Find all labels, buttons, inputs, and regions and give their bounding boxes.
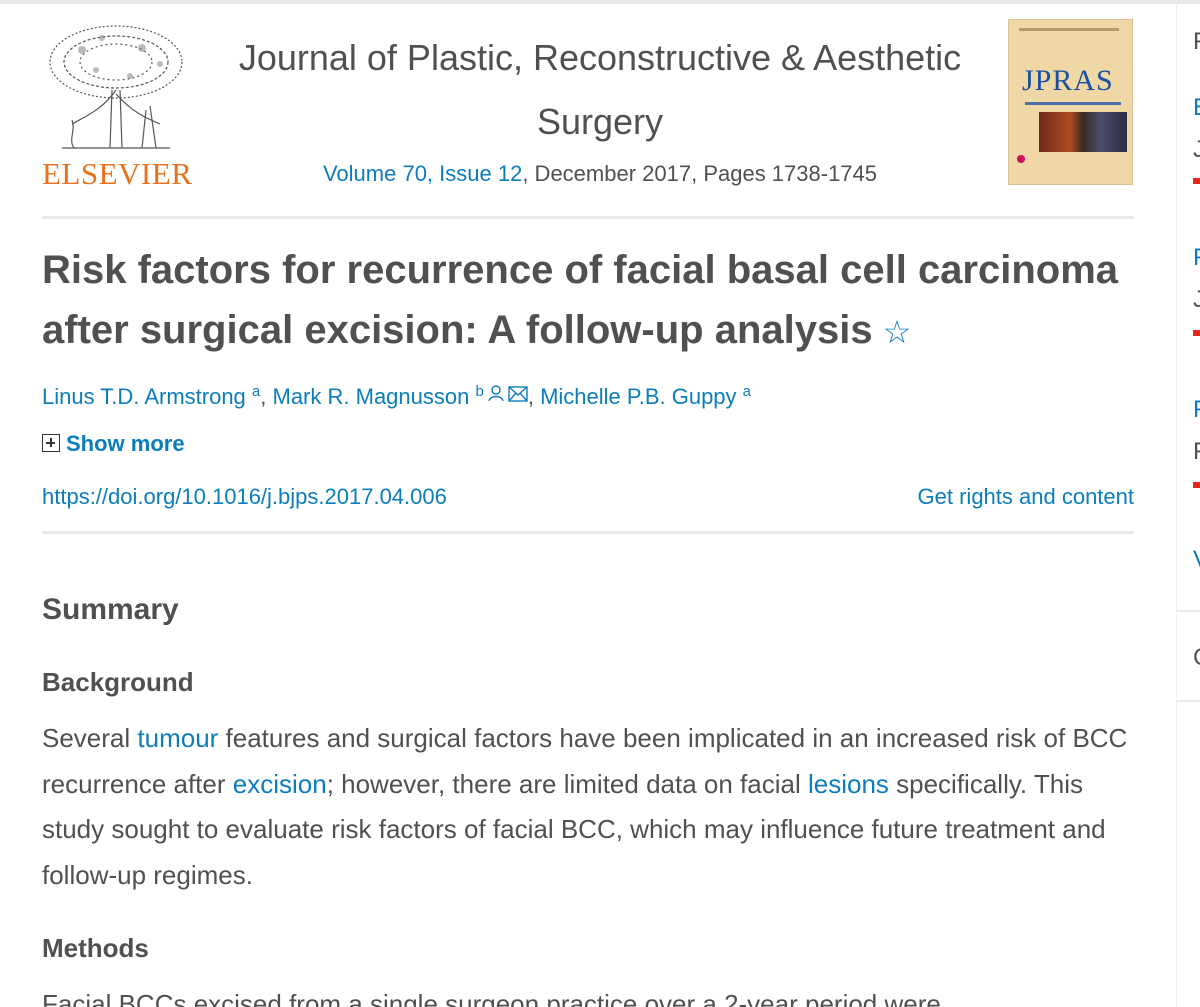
author-link[interactable]: Michelle P.B. Guppy bbox=[540, 384, 736, 409]
show-more-label: Show more bbox=[66, 431, 185, 456]
sidebar-item-meta: F bbox=[1193, 438, 1200, 466]
top-border bbox=[0, 0, 1200, 4]
sidebar-heading: F bbox=[1193, 28, 1200, 56]
elsevier-logo[interactable]: ELSEVIER bbox=[40, 18, 193, 191]
right-sidebar: F E J F J F F V C bbox=[1176, 0, 1200, 1007]
sidebar-item-meta: J bbox=[1193, 286, 1200, 314]
affiliation-sup[interactable]: b bbox=[475, 383, 483, 400]
divider bbox=[42, 216, 1134, 219]
article-title-text: Risk factors for recurrence of facial ba… bbox=[42, 248, 1119, 352]
divider bbox=[42, 531, 1134, 534]
sidebar-item-link[interactable]: F bbox=[1193, 244, 1200, 272]
article-title: Risk factors for recurrence of facial ba… bbox=[42, 240, 1142, 362]
text-segment: Several bbox=[42, 723, 138, 753]
pdf-icon[interactable] bbox=[1193, 330, 1200, 336]
elsevier-tree-icon bbox=[49, 25, 183, 149]
person-icon[interactable] bbox=[488, 379, 504, 411]
cover-photo bbox=[1039, 112, 1127, 152]
sidebar-item-link[interactable]: F bbox=[1193, 396, 1200, 424]
journal-cover-image[interactable]: JPRAS bbox=[1008, 19, 1133, 185]
author-link[interactable]: Linus T.D. Armstrong bbox=[42, 384, 246, 409]
topic-link-excision[interactable]: excision bbox=[233, 769, 327, 799]
journal-info: Journal of Plastic, Reconstructive & Aes… bbox=[210, 26, 990, 194]
doi-link[interactable]: https://doi.org/10.1016/j.bjps.2017.04.0… bbox=[42, 481, 447, 513]
cover-header-bar bbox=[1019, 28, 1119, 31]
expand-plus-icon bbox=[42, 434, 60, 452]
background-paragraph: Several tumour features and surgical fac… bbox=[42, 716, 1142, 898]
author-separator: , bbox=[527, 384, 541, 409]
publisher-name: ELSEVIER bbox=[42, 156, 193, 191]
affiliation-sup[interactable]: a bbox=[252, 383, 260, 400]
cover-badge-icon bbox=[1017, 155, 1025, 163]
star-icon[interactable]: ☆ bbox=[883, 314, 912, 350]
volume-issue-link[interactable]: Volume 70, Issue 12 bbox=[323, 161, 522, 186]
issue-info: Volume 70, Issue 12, December 2017, Page… bbox=[210, 154, 990, 194]
topic-link-tumour[interactable]: tumour bbox=[137, 723, 218, 753]
author-link[interactable]: Mark R. Magnusson bbox=[273, 384, 470, 409]
background-heading: Background bbox=[42, 667, 194, 697]
author-list: Linus T.D. Armstrong a, Mark R. Magnusso… bbox=[42, 376, 751, 413]
methods-heading: Methods bbox=[42, 933, 149, 963]
pdf-icon[interactable] bbox=[1193, 178, 1200, 184]
pdf-icon[interactable] bbox=[1193, 482, 1200, 488]
email-icon[interactable] bbox=[508, 379, 528, 411]
author-separator: , bbox=[260, 384, 273, 409]
methods-paragraph: Facial BCCs excised from a single surgeo… bbox=[42, 989, 941, 1007]
cover-title: JPRAS bbox=[1022, 64, 1114, 97]
issue-date-pages: , December 2017, Pages 1738-1745 bbox=[522, 161, 878, 186]
sidebar-divider bbox=[1177, 610, 1200, 612]
text-segment: ; however, there are limited data on fac… bbox=[326, 768, 808, 799]
view-more-link[interactable]: V bbox=[1193, 546, 1200, 574]
sidebar-divider bbox=[1177, 700, 1200, 702]
affiliation-sup[interactable]: a bbox=[743, 383, 751, 400]
get-rights-link[interactable]: Get rights and content bbox=[918, 481, 1134, 513]
journal-header: ELSEVIER Journal of Plastic, Reconstruct… bbox=[40, 18, 1134, 191]
journal-title-link[interactable]: Journal of Plastic, Reconstructive & Aes… bbox=[210, 26, 990, 154]
show-more-button[interactable]: Show more bbox=[42, 428, 185, 460]
summary-heading: Summary bbox=[42, 593, 179, 626]
cover-subtitle-bar bbox=[1025, 102, 1121, 105]
sidebar-item-meta: J bbox=[1193, 136, 1200, 164]
sidebar-heading: C bbox=[1193, 644, 1200, 672]
topic-link-lesions[interactable]: lesions bbox=[808, 769, 889, 799]
sidebar-item-link[interactable]: E bbox=[1193, 94, 1200, 122]
